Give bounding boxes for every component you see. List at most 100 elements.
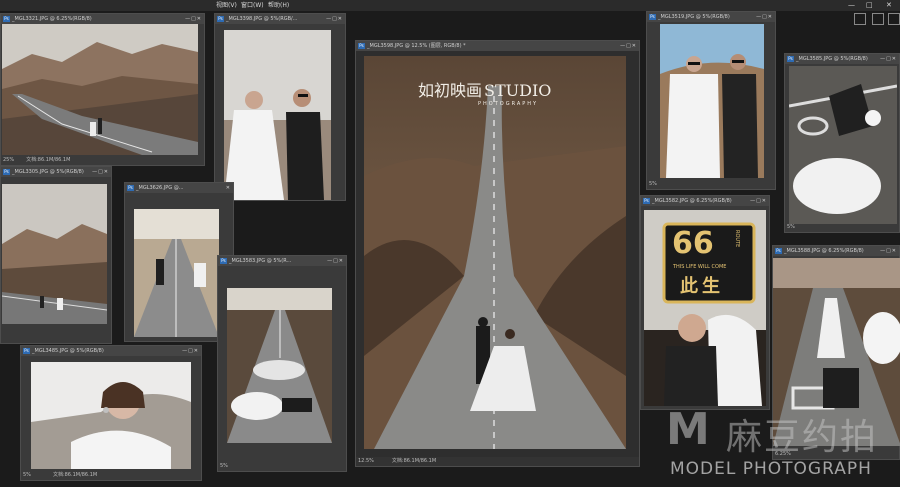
menu-help[interactable]: 帮助(H) (268, 0, 289, 11)
doc-controls[interactable]: —□✕ (327, 256, 344, 266)
ps-icon: Ps (3, 168, 10, 175)
doc-title: _MGL3398.JPG @ 5%(RGB/... (226, 16, 298, 22)
ps-icon: Ps (23, 347, 30, 354)
doc-status-bar: 5% (218, 462, 346, 471)
photo-mgl3398 (224, 30, 331, 200)
photo-mgl3626 (134, 209, 219, 337)
doc-size: 文档:86.1M/86.1M (391, 458, 437, 464)
doc-title: _MGL3582.JPG @ 6.25%(RGB/8) (652, 198, 732, 204)
zoom-level[interactable]: 5% (787, 224, 795, 230)
photo-mgl3519 (660, 24, 764, 178)
photo-mgl3485 (31, 362, 191, 469)
menu-view[interactable]: 视图(V) (216, 0, 237, 11)
ps-icon: Ps (649, 13, 656, 20)
photo-mgl3598 (364, 56, 626, 449)
doc-title: _MGL3485.JPG @ 5%(RGB/8) (32, 348, 104, 354)
photo-mgl3321 (2, 24, 198, 155)
doc-status-bar: 5% 文档:86.1M/86.1M (21, 471, 201, 480)
minimize-button[interactable]: — (848, 0, 855, 11)
zoom-level[interactable]: 12.5% (358, 458, 374, 464)
ps-icon: Ps (775, 247, 782, 254)
brand-watermark: M 麻豆约拍 MODEL PHOTOGRAPH (664, 402, 900, 487)
doc-status-bar: 25% 文档:86.1M/86.1M (1, 156, 204, 165)
doc-title-bar[interactable]: Ps _MGL3588.JPG @ 6.25%(RGB/8) —□✕ (773, 246, 899, 256)
search-icon[interactable] (872, 13, 884, 25)
doc-window-mgl3585[interactable]: Ps _MGL3585.JPG @ 5%(RGB/8) —□✕ 5% (784, 53, 900, 233)
close-button[interactable]: ✕ (886, 0, 892, 11)
menu-bar: 视图(V) 窗口(W) 帮助(H) — □ ✕ (0, 0, 900, 11)
doc-size: 文档:86.1M/86.1M (52, 472, 98, 478)
doc-title: _MGL3588.JPG @ 6.25%(RGB/8) (784, 248, 864, 254)
doc-title-bar[interactable]: Ps _MGL3305.JPG @ 5%(RGB/8) —□✕ (1, 167, 111, 177)
doc-controls[interactable]: —□✕ (750, 196, 767, 206)
route-sign-number: 66 (672, 226, 714, 261)
zoom-level[interactable]: 25% (3, 157, 14, 163)
doc-status-bar: 5% (785, 223, 899, 232)
ps-icon: Ps (3, 15, 10, 22)
doc-controls[interactable]: —□✕ (880, 246, 897, 256)
doc-window-mgl3398[interactable]: Ps _MGL3398.JPG @ 5%(RGB/... —□✕ (214, 13, 346, 201)
doc-title-bar[interactable]: Ps _MGL3519.JPG @ 5%(RGB/8) —□✕ (647, 12, 775, 22)
menu-window[interactable]: 窗口(W) (241, 0, 264, 11)
workspace-toolbar (850, 13, 900, 29)
doc-controls[interactable]: —□✕ (182, 346, 199, 356)
doc-controls[interactable]: —□✕ (185, 14, 202, 24)
zoom-level[interactable]: 5% (649, 181, 657, 187)
doc-controls[interactable]: ✕ (226, 183, 231, 193)
doc-title: _MGL3583.JPG @ 5%(R... (229, 258, 292, 264)
doc-title: _MGL3321.JPG @ 6.25%(RGB/8) (12, 16, 92, 22)
doc-window-mgl3519[interactable]: Ps _MGL3519.JPG @ 5%(RGB/8) —□✕ 5% (646, 11, 776, 190)
doc-window-mgl3598[interactable]: Ps _MGL3598.JPG @ 12.5% (图层, RGB/8) * —□✕ … (355, 40, 640, 467)
brand-en: MODEL PHOTOGRAPH (670, 459, 872, 479)
doc-window-mgl3485[interactable]: Ps _MGL3485.JPG @ 5%(RGB/8) —□✕ 5% 文档:86.1M… (20, 345, 202, 481)
photo-mgl3583 (227, 288, 332, 443)
zoom-level[interactable]: 5% (23, 472, 31, 478)
doc-title-bar[interactable]: Ps _MGL3626.JPG @... ✕ (125, 183, 233, 193)
doc-window-mgl3305[interactable]: Ps _MGL3305.JPG @ 5%(RGB/8) —□✕ (0, 166, 112, 344)
workspace-icon[interactable] (854, 13, 866, 25)
maximize-button[interactable]: □ (866, 0, 873, 11)
doc-title: _MGL3598.JPG @ 12.5% (图层, RGB/8) * (367, 43, 466, 49)
doc-title: _MGL3305.JPG @ 5%(RGB/8) (12, 169, 84, 175)
doc-title-bar[interactable]: Ps _MGL3598.JPG @ 12.5% (图层, RGB/8) * —□✕ (356, 41, 639, 51)
doc-title-bar[interactable]: Ps _MGL3583.JPG @ 5%(R... —□✕ (218, 256, 346, 266)
doc-title-bar[interactable]: Ps _MGL3398.JPG @ 5%(RGB/... —□✕ (215, 14, 345, 24)
doc-title: _MGL3519.JPG @ 5%(RGB/8) (658, 14, 730, 20)
doc-status-bar: 12.5% 文档:86.1M/86.1M (356, 457, 639, 466)
doc-title: _MGL3585.JPG @ 5%(RGB/8) (796, 56, 868, 62)
ps-icon: Ps (127, 184, 134, 191)
doc-controls[interactable]: —□✕ (756, 12, 773, 22)
brand-cn: 麻豆约拍 (726, 417, 879, 458)
studio-watermark: 如初映画 STUDIO PHOTOGRAPHY (418, 77, 628, 107)
ps-icon: Ps (220, 257, 227, 264)
ps-icon: Ps (217, 15, 224, 22)
doc-title-bar[interactable]: Ps _MGL3582.JPG @ 6.25%(RGB/8) —□✕ (641, 196, 769, 206)
route-sign-label: ROUTE (734, 230, 740, 248)
doc-controls[interactable]: —□✕ (620, 41, 637, 51)
brand-logo-letter: M (666, 404, 710, 455)
doc-window-mgl3321[interactable]: Ps _MGL3321.JPG @ 6.25%(RGB/8) —□✕ 25% 文档:8… (0, 13, 205, 166)
doc-controls[interactable]: —□✕ (326, 14, 343, 24)
ps-icon: Ps (787, 55, 794, 62)
studio-sub: PHOTOGRAPHY (478, 101, 539, 107)
doc-controls[interactable]: —□✕ (92, 167, 109, 177)
layout-icon[interactable] (888, 13, 900, 25)
zoom-level[interactable]: 5% (220, 463, 228, 469)
doc-window-mgl3582[interactable]: Ps _MGL3582.JPG @ 6.25%(RGB/8) —□✕ 66 ROUT… (640, 195, 770, 410)
doc-window-mgl3583[interactable]: Ps _MGL3583.JPG @ 5%(R... —□✕ 5% (217, 255, 347, 472)
photo-mgl3305 (2, 184, 107, 324)
doc-title-bar[interactable]: Ps _MGL3485.JPG @ 5%(RGB/8) —□✕ (21, 346, 201, 356)
doc-title-bar[interactable]: Ps _MGL3585.JPG @ 5%(RGB/8) —□✕ (785, 54, 899, 64)
doc-title-bar[interactable]: Ps _MGL3321.JPG @ 6.25%(RGB/8) —□✕ (1, 14, 204, 24)
studio-cn: 如初映画 (418, 81, 483, 100)
photo-mgl3582: 66 ROUTE THIS LIFE WILL COME 此生 (644, 210, 766, 406)
doc-status-bar: 5% (647, 180, 775, 189)
photo-mgl3585 (789, 66, 897, 224)
doc-controls[interactable]: —□✕ (880, 54, 897, 64)
ps-icon: Ps (643, 197, 650, 204)
doc-title: _MGL3626.JPG @... (136, 185, 184, 191)
doc-size: 文档:86.1M/86.1M (26, 157, 71, 163)
route-sign-chars: 此生 (680, 276, 724, 297)
studio-en: STUDIO (484, 81, 552, 100)
route-sign-text: THIS LIFE WILL COME (673, 264, 727, 270)
